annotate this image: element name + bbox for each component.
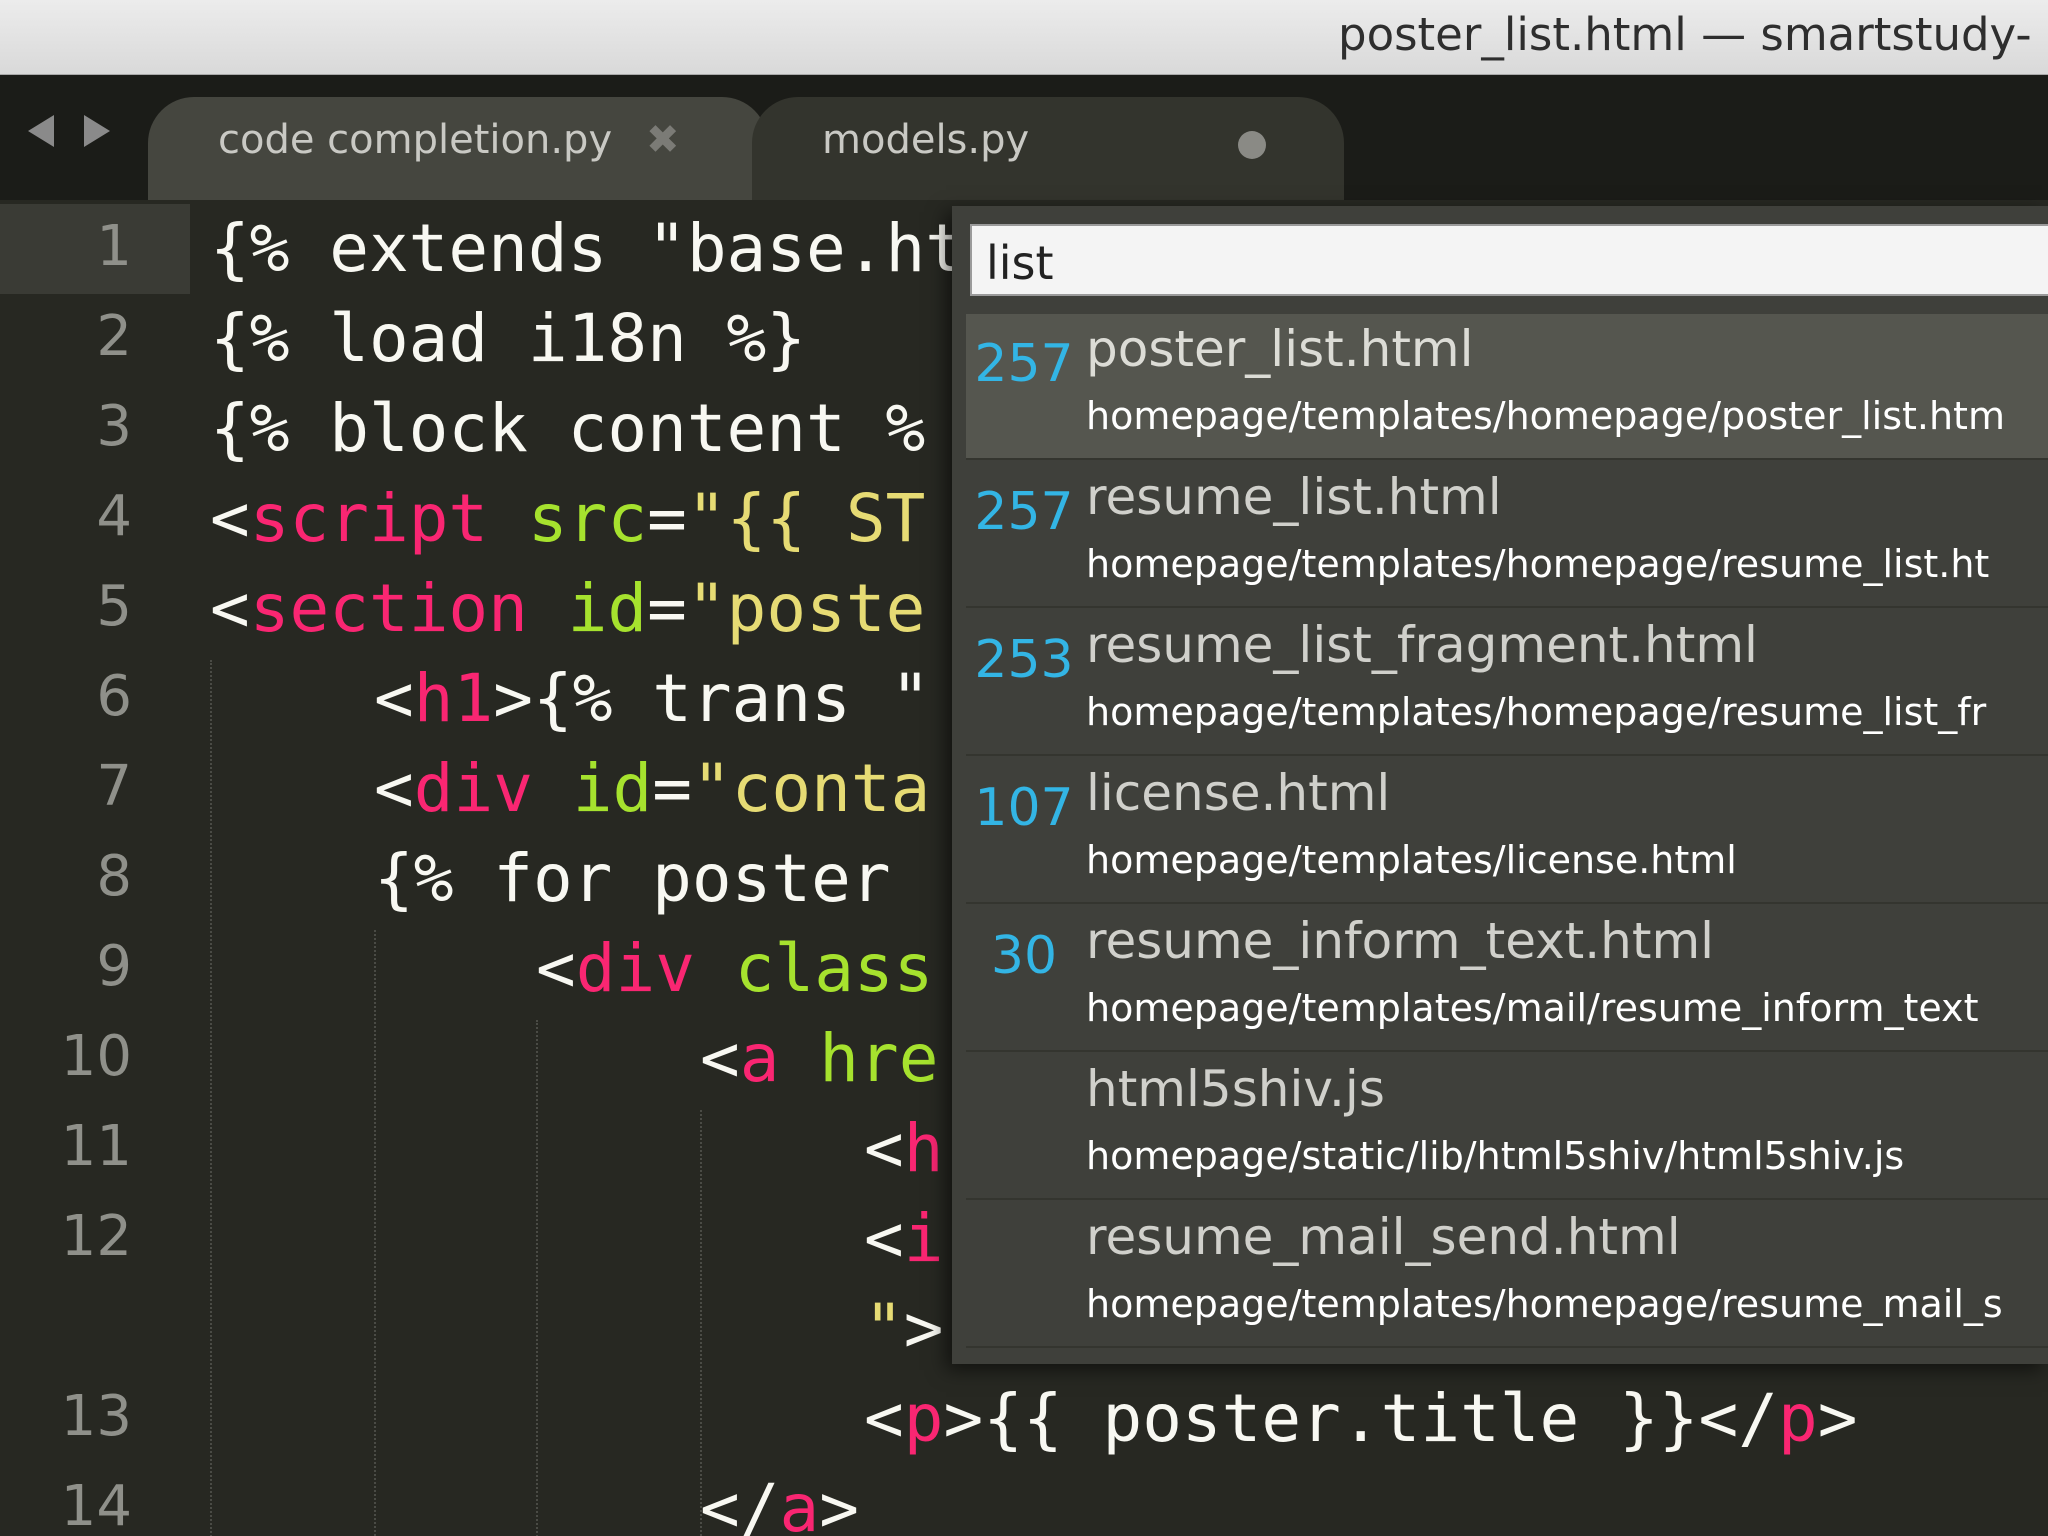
- modified-dot-icon[interactable]: [1238, 131, 1266, 159]
- code-tag: h1: [413, 660, 494, 737]
- code-text: {% for poster: [374, 840, 891, 917]
- code-text: <div id="conta: [374, 750, 931, 827]
- line-number: 7: [96, 754, 132, 819]
- line-number: 10: [60, 1024, 132, 1089]
- tab-label: models.py: [822, 117, 1030, 163]
- line-number: 11: [60, 1114, 132, 1179]
- code-string: "poste: [686, 570, 926, 647]
- code-text: ">: [864, 1290, 944, 1367]
- chevron-right-icon[interactable]: [84, 115, 110, 147]
- tab-navigation: [24, 115, 124, 155]
- result-filename: resume_list.html: [1086, 468, 1502, 526]
- line-number: 8: [96, 844, 132, 909]
- chevron-left-icon[interactable]: [28, 115, 54, 147]
- line-number: 14: [60, 1474, 132, 1536]
- query-text: list: [986, 236, 1054, 290]
- result-item[interactable]: 30 resume_inform_text.html homepage/temp…: [966, 906, 2048, 1052]
- code-tag: script: [249, 480, 489, 557]
- line-number: 1: [96, 214, 132, 279]
- code-tag: div: [575, 930, 695, 1007]
- window-title: poster_list.html — smartstudy-: [1338, 8, 2032, 61]
- code-text: <i: [864, 1200, 944, 1277]
- tab-code-completion[interactable]: code completion.py ✖: [148, 97, 768, 200]
- line-number: 3: [96, 394, 132, 459]
- result-item[interactable]: 257 resume_list.html homepage/templates/…: [966, 462, 2048, 608]
- code-string: "conta: [691, 750, 931, 827]
- result-path: homepage/templates/homepage/poster_list.…: [1086, 394, 2005, 438]
- code-text: <script src="{{ ST: [210, 480, 926, 557]
- window-titlebar: poster_list.html — smartstudy-: [0, 0, 2048, 75]
- result-score: 107: [974, 778, 1074, 838]
- close-icon[interactable]: ✖: [646, 117, 680, 163]
- result-filename: html5shiv.js: [1086, 1060, 1385, 1118]
- result-filename: poster_list.html: [1086, 320, 1474, 378]
- result-item[interactable]: resume_mail_send.html homepage/templates…: [966, 1202, 2048, 1348]
- code-rest: {{ poster.title }}</: [983, 1380, 1778, 1457]
- code-text: <a hre: [700, 1020, 939, 1097]
- code-text: <section id="poste: [210, 570, 926, 647]
- result-filename: resume_inform_text.html: [1086, 912, 1715, 970]
- result-score: 257: [974, 334, 1074, 394]
- code-tag: div: [413, 750, 533, 827]
- code-attr: src: [527, 480, 648, 557]
- code-line: 13 <p>{{ poster.title }}</p>: [0, 1374, 2048, 1464]
- result-filename: resume_list_fragment.html: [1086, 616, 1758, 674]
- result-filename: resume_mail_send.html: [1086, 1208, 1681, 1266]
- result-item[interactable]: html5shiv.js homepage/static/lib/html5sh…: [966, 1054, 2048, 1200]
- tab-strip: code completion.py ✖ models.py: [0, 75, 2048, 200]
- code-attr: id: [567, 570, 648, 647]
- result-filename: license.html: [1086, 764, 1391, 822]
- code-tag: a: [779, 1470, 820, 1536]
- code-tag: section: [249, 570, 528, 647]
- code-rest: {% trans ": [532, 660, 931, 737]
- result-score: 30: [990, 926, 1058, 986]
- code-tag: p: [1777, 1380, 1818, 1457]
- result-score: 253: [974, 630, 1074, 690]
- code-string: "{{ ST: [686, 480, 926, 557]
- tab-models[interactable]: models.py: [752, 97, 1344, 200]
- result-path: homepage/templates/homepage/resume_list.…: [1086, 542, 1990, 586]
- result-path: homepage/templates/mail/resume_inform_te…: [1086, 986, 1979, 1030]
- line-number: 12: [60, 1204, 132, 1269]
- code-attr: hre: [819, 1020, 939, 1097]
- code-text: {% load i18n %}: [210, 300, 807, 377]
- goto-anything-input[interactable]: list: [970, 224, 2048, 296]
- code-text: {% block content %: [210, 390, 926, 467]
- code-tag: p: [903, 1380, 944, 1457]
- line-number: 13: [60, 1384, 132, 1449]
- result-score: 257: [974, 482, 1074, 542]
- code-string: ": [864, 1290, 904, 1367]
- result-path: homepage/templates/homepage/resume_mail_…: [1086, 1282, 2003, 1326]
- code-tag: a: [739, 1020, 780, 1097]
- line-number: 5: [96, 574, 132, 639]
- code-line: 14 </a>: [0, 1464, 2048, 1536]
- tab-label: code completion.py: [218, 117, 613, 163]
- result-item[interactable]: 257 poster_list.html homepage/templates/…: [966, 314, 2048, 460]
- code-text: <p>{{ poster.title }}</p>: [864, 1380, 1858, 1457]
- code-attr: id: [572, 750, 653, 827]
- code-text: <div class: [536, 930, 934, 1007]
- code-attr: class: [734, 930, 934, 1007]
- goto-anything-panel: list 257 poster_list.html homepage/templ…: [952, 206, 2048, 1364]
- result-item[interactable]: 107 license.html homepage/templates/lice…: [966, 758, 2048, 904]
- line-number: 9: [96, 934, 132, 999]
- line-number: 6: [96, 664, 132, 729]
- code-text: {% extends "base.ht: [210, 210, 965, 287]
- code-text: </a>: [700, 1470, 859, 1536]
- line-number: 4: [96, 484, 132, 549]
- result-path: homepage/templates/homepage/resume_list_…: [1086, 690, 1987, 734]
- result-path: homepage/static/lib/html5shiv/html5shiv.…: [1086, 1134, 1905, 1178]
- code-tag: h: [903, 1110, 944, 1187]
- result-path: homepage/templates/license.html: [1086, 838, 1737, 882]
- code-rest: >: [903, 1290, 944, 1367]
- code-tag: i: [903, 1200, 944, 1277]
- code-text: <h: [864, 1110, 944, 1187]
- code-text: <h1>{% trans ": [374, 660, 931, 737]
- line-number: 2: [96, 304, 132, 369]
- result-item[interactable]: 253 resume_list_fragment.html homepage/t…: [966, 610, 2048, 756]
